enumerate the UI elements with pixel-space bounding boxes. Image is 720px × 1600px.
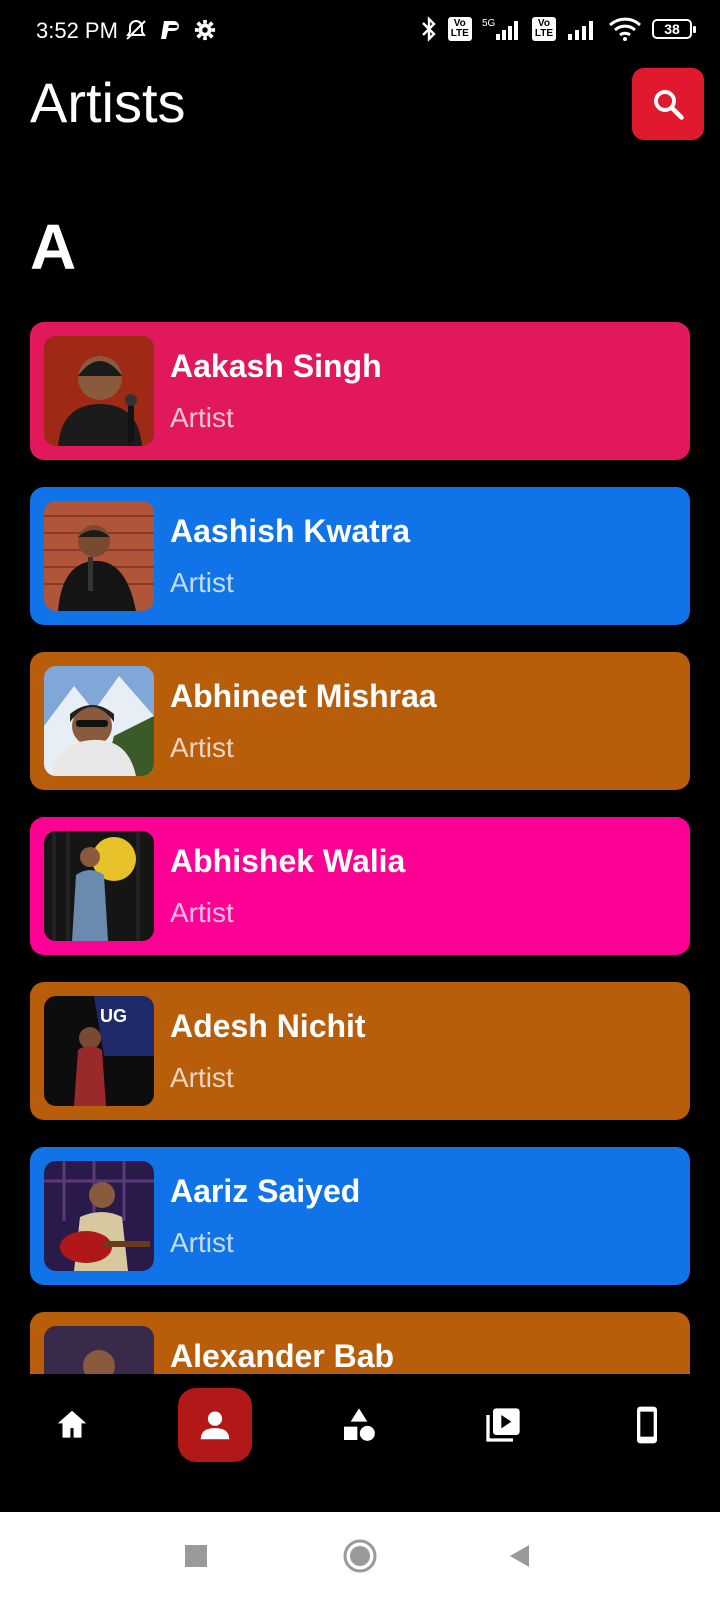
artist-avatar: [44, 1326, 154, 1374]
artist-role: Artist: [170, 897, 234, 928]
artist-avatar: [44, 501, 154, 611]
paytm-icon: [161, 21, 179, 39]
artist-name: Aakash Singh: [170, 348, 382, 384]
svg-text:5G: 5G: [482, 18, 496, 29]
artist-avatar: UG: [44, 996, 154, 1106]
artist-card[interactable]: Alexander Bab Artist: [30, 1312, 690, 1374]
artist-card[interactable]: UG Adesh Nichit Artist: [30, 982, 690, 1120]
artist-card[interactable]: Abhishek Walia Artist: [30, 817, 690, 955]
status-right-icons: Vo LTE 5G Vo LTE 38: [420, 16, 696, 42]
nav-device[interactable]: [610, 1388, 684, 1462]
artist-role: Artist: [170, 567, 234, 598]
back-triangle-icon: [510, 1545, 529, 1567]
signal-5g-icon: 5G: [482, 18, 518, 40]
video-library-icon: [486, 1408, 520, 1442]
page-title: Artists: [30, 71, 186, 134]
bell-off-icon: [126, 19, 146, 40]
artist-avatar: [44, 336, 154, 446]
shapes-icon: [344, 1408, 375, 1441]
artist-card[interactable]: Aakash Singh Artist: [30, 322, 690, 460]
recents-button[interactable]: [156, 1512, 236, 1600]
artist-name: Abhineet Mishraa: [170, 678, 437, 714]
home-icon: [57, 1410, 87, 1438]
artist-card[interactable]: Abhineet Mishraa Artist: [30, 652, 690, 790]
section-letter: A: [30, 211, 77, 283]
wifi-icon: [608, 17, 642, 41]
status-time: 3:52 PM: [36, 18, 118, 43]
person-icon: [200, 1411, 230, 1440]
system-nav-bar: [0, 1512, 720, 1600]
bottom-nav: [0, 1374, 720, 1512]
artist-avatar: [44, 1161, 154, 1271]
search-button[interactable]: [632, 68, 704, 140]
volte-icon-2: Vo LTE: [531, 17, 556, 41]
artist-list[interactable]: Aakash Singh Artist Aashish Kwatra Artis…: [0, 320, 720, 1374]
artist-name: Alexander Bab: [170, 1338, 395, 1374]
gear-icon: [194, 19, 216, 41]
artist-name: Adesh Nichit: [170, 1008, 366, 1044]
artist-avatar: [44, 831, 154, 941]
home-button[interactable]: [320, 1512, 400, 1600]
nav-videos[interactable]: [466, 1388, 540, 1462]
artist-name: Aashish Kwatra: [170, 513, 411, 549]
nav-home[interactable]: [35, 1388, 109, 1462]
phone-icon: [637, 1406, 657, 1444]
artist-role: Artist: [170, 1062, 234, 1093]
back-button[interactable]: [480, 1512, 560, 1600]
search-icon: [654, 90, 684, 120]
square-icon: [185, 1545, 207, 1567]
artist-role: Artist: [170, 732, 234, 763]
battery-indicator: 38: [652, 19, 696, 39]
circle-icon: [343, 1539, 377, 1573]
bluetooth-icon: [421, 16, 436, 42]
battery-level: 38: [664, 21, 680, 37]
nav-categories[interactable]: [322, 1388, 396, 1462]
artist-role: Artist: [170, 402, 234, 433]
svg-text:UG: UG: [100, 1006, 127, 1026]
signal-icon: [568, 21, 593, 40]
nav-artists[interactable]: [178, 1388, 252, 1462]
artist-name: Aariz Saiyed: [170, 1173, 361, 1209]
status-bar: 3:52 PM Vo LTE 5G Vo LTE 38: [0, 0, 720, 66]
artist-avatar: [44, 666, 154, 776]
artist-name: Abhishek Walia: [170, 843, 406, 879]
artist-role: Artist: [170, 1227, 234, 1258]
artist-card[interactable]: Aariz Saiyed Artist: [30, 1147, 690, 1285]
status-left-icons: [124, 18, 216, 42]
artist-card[interactable]: Aashish Kwatra Artist: [30, 487, 690, 625]
volte-icon: Vo LTE: [447, 17, 472, 41]
